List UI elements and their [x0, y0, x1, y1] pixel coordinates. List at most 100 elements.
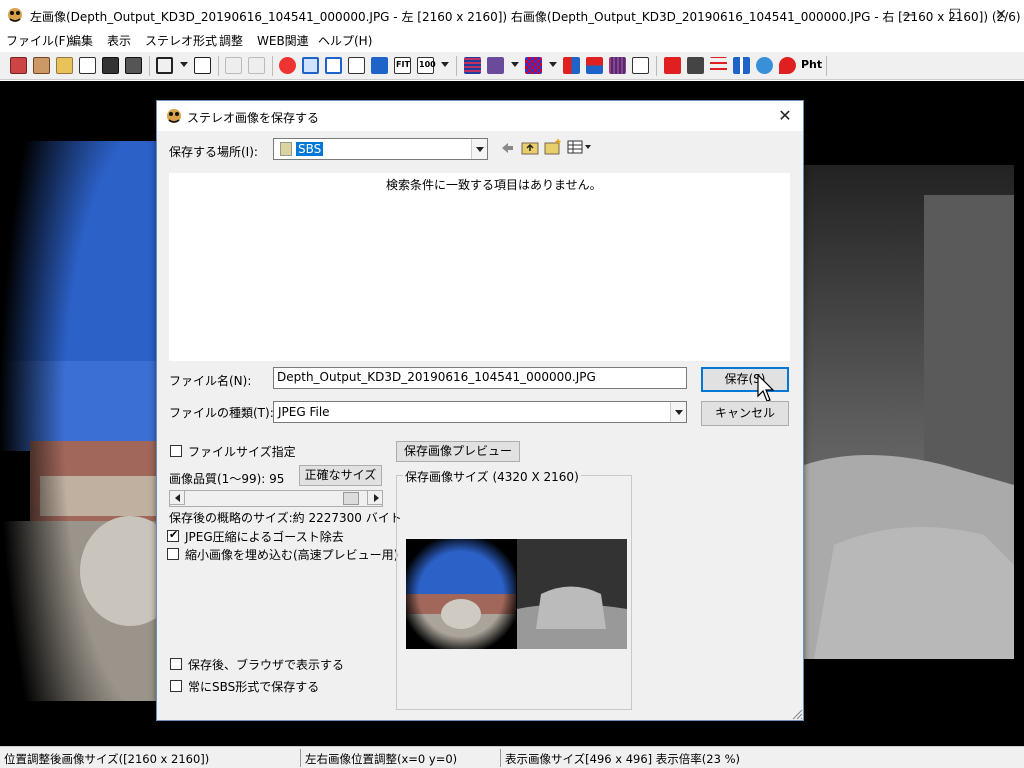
ghost-removal-checkbox[interactable]: ✔ — [167, 528, 179, 542]
center-icon[interactable] — [348, 57, 365, 74]
scroll-right-button[interactable] — [367, 490, 383, 505]
filesize-checkbox[interactable] — [170, 445, 182, 457]
menubar: ファイル(F) 編集 表示 ステレオ形式 調整 WEB関連 ヘルプ(H) — [0, 30, 1024, 50]
toolbar-separator — [656, 56, 657, 76]
file-list[interactable]: 検索条件に一致する項目はありません。 — [169, 173, 790, 361]
dialog-titlebar: ステレオ画像を保存する ✕ — [157, 101, 803, 131]
filename-input[interactable]: Depth_Output_KD3D_20190616_104541_000000… — [273, 367, 687, 389]
redo-icon[interactable] — [248, 57, 265, 74]
open-right-icon[interactable] — [33, 57, 50, 74]
dialog-close-button[interactable]: ✕ — [769, 103, 801, 129]
app-icon — [167, 109, 181, 123]
over-under-icon[interactable] — [586, 57, 603, 74]
filetype-combo[interactable]: JPEG File — [273, 401, 687, 423]
status-divider — [300, 749, 301, 767]
menu-edit[interactable]: 編集 — [69, 32, 93, 49]
filename-label: ファイル名(N): — [169, 374, 252, 388]
move-icon[interactable] — [194, 57, 211, 74]
checker-icon[interactable] — [525, 57, 542, 74]
minimize-button[interactable]: — — [886, 0, 932, 30]
pin-icon[interactable] — [779, 57, 796, 74]
toolbar-separator — [149, 56, 150, 76]
scroll-left-button[interactable] — [169, 490, 185, 505]
save-button[interactable]: 保存(S) — [701, 367, 789, 392]
up-folder-icon[interactable] — [521, 139, 539, 155]
toolbar-separator — [272, 56, 273, 76]
parallel-icon[interactable] — [733, 57, 750, 74]
embed-thumbnail-label: 縮小画像を埋め込む(高速プレビュー用) — [185, 548, 399, 562]
column-interleave-icon[interactable] — [609, 57, 626, 74]
embed-thumbnail-checkbox[interactable] — [167, 548, 179, 560]
maximize-button[interactable]: ☐ — [932, 0, 978, 30]
chevron-down-icon[interactable] — [471, 139, 487, 159]
statusbar: 位置調整後画像サイズ([2160 x 2160]) 左右画像位置調整(x=0 y… — [0, 746, 1024, 768]
menu-stereo-format[interactable]: ステレオ形式 — [145, 32, 217, 49]
open-browser-checkbox[interactable] — [170, 658, 182, 670]
checkmark-icon: ✔ — [169, 528, 179, 541]
status-divider — [500, 749, 501, 767]
filesize-check-label: ファイルサイズ指定 — [188, 445, 296, 459]
quality-slider[interactable] — [169, 490, 383, 507]
open-browser-label: 保存後、ブラウザで表示する — [188, 658, 345, 672]
undo-icon[interactable] — [225, 57, 242, 74]
left-red-icon[interactable] — [664, 57, 681, 74]
chevron-down-icon[interactable] — [549, 62, 557, 67]
chevron-down-icon[interactable] — [180, 62, 188, 67]
always-sbs-checkbox[interactable] — [170, 680, 182, 692]
toolbar-separator — [218, 56, 219, 76]
close-window-button[interactable]: ✕ — [978, 0, 1024, 30]
menu-help[interactable]: ヘルプ(H) — [318, 32, 372, 49]
swap-icon[interactable] — [371, 57, 388, 74]
row-interleave-icon[interactable] — [464, 57, 481, 74]
new-folder-icon[interactable] — [544, 138, 562, 155]
preview-button[interactable]: 保存画像プレビュー — [396, 441, 520, 462]
resize-grip-icon[interactable] — [791, 708, 803, 720]
refresh-icon[interactable] — [279, 57, 296, 74]
open-left-icon[interactable] — [10, 57, 27, 74]
open-folder-icon[interactable] — [56, 57, 73, 74]
quality-label: 画像品質(1～99): 95 — [169, 472, 285, 486]
precise-size-button[interactable]: 正確なサイズ — [299, 465, 382, 486]
chevron-down-icon[interactable] — [441, 62, 449, 67]
filetype-value: JPEG File — [278, 405, 330, 419]
grid-icon[interactable] — [710, 57, 727, 74]
status-position: 左右画像位置調整(x=0 y=0) — [305, 752, 458, 766]
quality-slider-thumb[interactable] — [343, 492, 359, 505]
save-icon[interactable] — [102, 57, 119, 74]
pht-icon[interactable]: Pht — [801, 58, 822, 71]
glasses-icon[interactable] — [632, 57, 649, 74]
chevron-down-icon[interactable] — [511, 62, 519, 67]
anaglyph-icon[interactable] — [487, 57, 504, 74]
fit-window-icon[interactable] — [302, 57, 319, 74]
chevron-right-icon — [374, 494, 379, 502]
app-icon — [8, 8, 22, 22]
mouse-cursor-icon — [757, 374, 775, 402]
hand-icon[interactable] — [687, 57, 704, 74]
left-stereo-image — [0, 141, 170, 701]
menu-adjust[interactable]: 調整 — [219, 32, 243, 49]
side-by-side-icon[interactable] — [563, 57, 580, 74]
save-in-label: 保存する場所(I): — [169, 145, 258, 159]
fit-icon[interactable]: FIT — [394, 57, 411, 74]
save-in-combo[interactable]: SBS — [273, 138, 488, 160]
menu-web[interactable]: WEB関連 — [257, 32, 309, 49]
save-all-icon[interactable] — [125, 57, 142, 74]
ghost-removal-label: JPEG圧縮によるゴースト除去 — [185, 530, 344, 544]
window-title: 左画像(Depth_Output_KD3D_20190616_104541_00… — [30, 10, 1021, 24]
cancel-button[interactable]: キャンセル — [701, 401, 789, 426]
preview-group-label: 保存画像サイズ (4320 X 2160) — [403, 468, 581, 485]
back-icon[interactable] — [499, 140, 515, 156]
menu-view[interactable]: 表示 — [107, 32, 131, 49]
menu-file[interactable]: ファイル(F) — [6, 32, 70, 49]
snowflake-icon[interactable] — [756, 57, 773, 74]
chevron-left-icon — [175, 494, 180, 502]
zoom-100-icon[interactable]: 100 — [417, 57, 436, 74]
view-menu-icon[interactable] — [567, 140, 593, 154]
document-icon[interactable] — [79, 57, 96, 74]
window-titlebar: 左画像(Depth_Output_KD3D_20190616_104541_00… — [0, 0, 1024, 30]
chevron-down-icon[interactable] — [670, 402, 686, 422]
crop-icon[interactable] — [156, 57, 173, 74]
approx-size-label: 保存後の概略のサイズ:約 2227300 バイト — [169, 511, 402, 525]
frame-icon[interactable] — [325, 57, 342, 74]
dialog-title: ステレオ画像を保存する — [187, 111, 320, 125]
